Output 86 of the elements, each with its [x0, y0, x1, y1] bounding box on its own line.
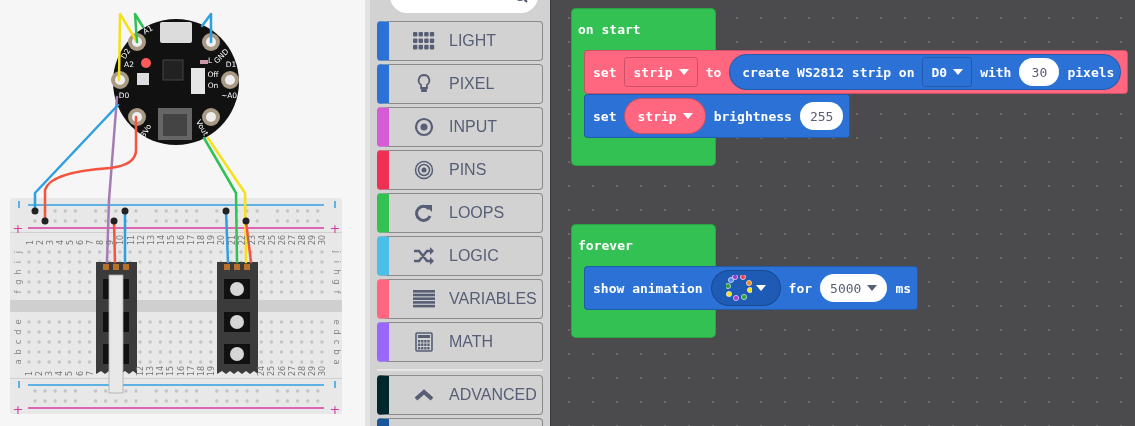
row-letter: h — [13, 269, 23, 275]
block-label: set — [593, 108, 617, 124]
block-label: to — [705, 64, 722, 80]
column-number: 18 — [196, 365, 206, 376]
row-letter: e — [13, 319, 23, 325]
row-letter: a — [332, 359, 342, 365]
column-number: 26 — [278, 234, 287, 245]
column-number: 15 — [166, 234, 176, 245]
row-letter: e — [332, 319, 342, 325]
block-label: brightness — [713, 108, 792, 124]
column-number: 10 — [116, 234, 126, 245]
row-letter: d — [332, 329, 342, 335]
column-number: 6 — [75, 370, 85, 376]
column-number: 19 — [206, 365, 216, 376]
block-label: set — [593, 64, 617, 80]
block-label: on start — [578, 21, 641, 37]
column-number: 2 — [35, 370, 45, 376]
column-number: 30 — [317, 365, 327, 376]
column-number: 20 — [217, 234, 227, 245]
column-number: 24 — [257, 365, 267, 376]
rail-plus-label: + — [329, 221, 341, 236]
column-number: 6 — [76, 239, 85, 245]
row-letter: g — [13, 279, 23, 285]
column-number: 17 — [187, 234, 197, 245]
column-number: 1 — [25, 239, 35, 245]
block-label: with — [980, 64, 1012, 80]
column-number: 9 — [106, 239, 116, 245]
column-number: 17 — [186, 365, 196, 376]
rail-plus-label: + — [12, 221, 24, 236]
column-number: 13 — [146, 234, 156, 245]
row-letter: c — [332, 339, 342, 345]
column-number: 29 — [307, 365, 317, 376]
column-number: 15 — [166, 365, 176, 376]
column-number: 30 — [318, 234, 328, 245]
column-number: 28 — [298, 234, 308, 245]
column-number: 29 — [308, 234, 318, 245]
block-label: forever — [578, 237, 633, 253]
column-number: 21 — [227, 234, 237, 245]
column-number: 24 — [257, 234, 267, 245]
row-letter: j — [332, 250, 342, 254]
column-number: 26 — [277, 365, 287, 376]
rail-plus-label: + — [12, 402, 24, 417]
row-letter: h — [332, 269, 342, 275]
rail-plus-label: + — [329, 402, 341, 417]
column-number: 8 — [96, 239, 106, 245]
column-number: 14 — [156, 365, 166, 376]
row-letter: b — [332, 349, 342, 355]
row-letter: g — [332, 279, 342, 285]
block-label: show animation — [593, 280, 703, 296]
column-number: 14 — [156, 234, 166, 245]
block-label: for — [788, 280, 813, 296]
row-letter: c — [13, 339, 23, 345]
column-number: 7 — [85, 370, 95, 376]
column-number: 12 — [136, 365, 146, 376]
column-number: 28 — [297, 365, 307, 376]
row-letter: f — [332, 290, 342, 294]
column-number: 18 — [197, 234, 207, 245]
column-number: 27 — [288, 234, 298, 245]
column-number: 25 — [267, 365, 277, 376]
column-number: 2 — [35, 239, 45, 245]
block-label: create WS2812 strip on — [742, 64, 915, 80]
column-number: 11 — [126, 234, 136, 245]
row-letter: b — [13, 349, 23, 355]
row-letter: f — [13, 290, 23, 294]
column-number: 4 — [55, 239, 65, 245]
block-label: pixels — [1067, 64, 1115, 80]
column-number: 5 — [65, 370, 75, 376]
row-letter: d — [13, 329, 23, 335]
column-number: 16 — [176, 365, 186, 376]
column-number: 16 — [177, 234, 186, 245]
column-number: 1 — [25, 370, 34, 376]
column-number: 3 — [45, 239, 55, 245]
column-number: 12 — [136, 234, 146, 245]
row-letter: a — [13, 359, 23, 365]
column-number: 19 — [207, 234, 217, 245]
column-number: 3 — [45, 370, 55, 376]
column-number: 5 — [65, 239, 75, 245]
column-number: 23 — [247, 234, 257, 245]
column-number: 7 — [86, 239, 96, 245]
column-number: 13 — [146, 365, 156, 376]
column-number: 4 — [55, 370, 65, 376]
column-number: 25 — [267, 234, 277, 245]
column-number: 27 — [287, 365, 297, 376]
block-label: ms — [895, 280, 912, 296]
row-letter: j — [13, 250, 23, 254]
column-number: 22 — [237, 234, 247, 245]
